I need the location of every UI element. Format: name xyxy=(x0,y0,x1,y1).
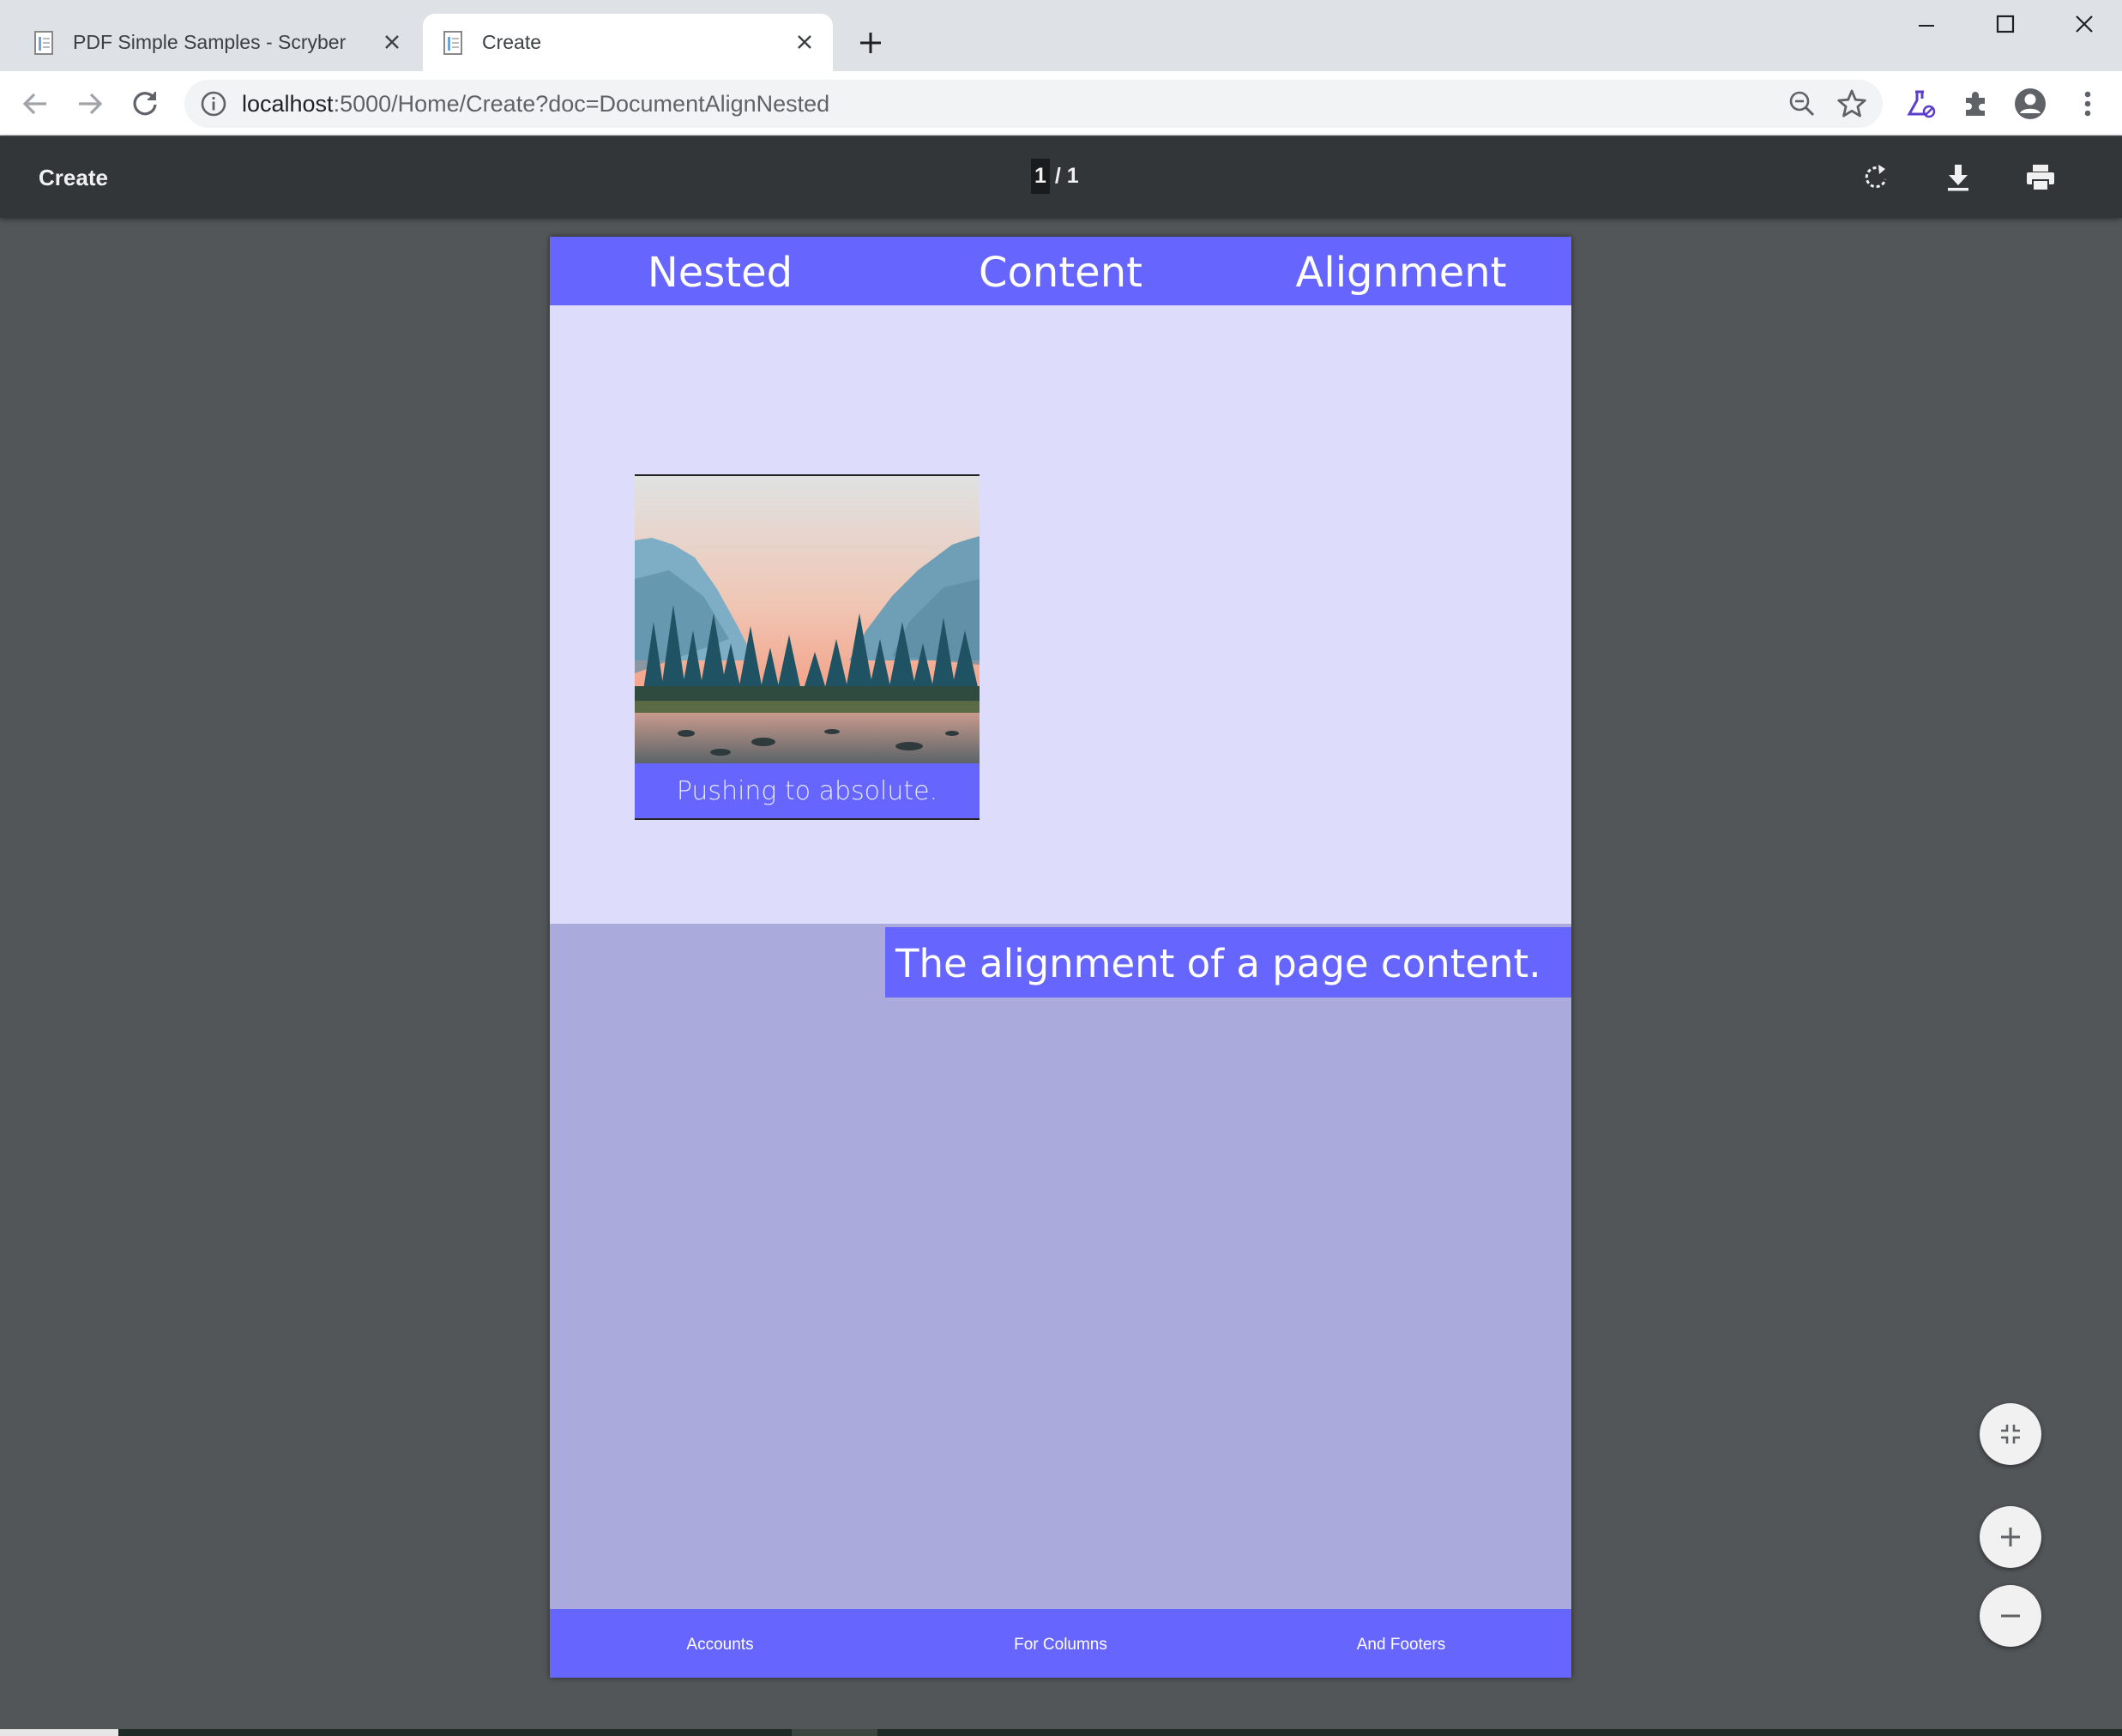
footer-cell-accounts: Accounts xyxy=(686,1636,754,1654)
header-cell-alignment: Alignment xyxy=(1295,249,1507,297)
page-total: / 1 xyxy=(1054,163,1079,188)
rotate-icon xyxy=(1865,165,1887,189)
browser-toolbar: localhost:5000/Home/Create?doc=DocumentA… xyxy=(0,71,2122,136)
forward-icon xyxy=(79,93,103,115)
taskbar-item xyxy=(0,1729,118,1736)
page-header: Nested Content Alignment xyxy=(550,237,1571,305)
nested-region-light: Pushing to absolute. xyxy=(550,305,1571,924)
page-number-input[interactable]: 1 xyxy=(1031,158,1050,194)
address-bar[interactable]: localhost:5000/Home/Create?doc=DocumentA… xyxy=(184,80,1883,128)
tab-title: Create xyxy=(482,31,542,53)
page-favicon-icon xyxy=(442,30,464,56)
fit-page-icon xyxy=(2001,1425,2020,1444)
page-footer: Accounts For Columns And Footers xyxy=(550,1609,1571,1678)
profile-icon xyxy=(2015,88,2046,119)
image-caption: Pushing to absolute. xyxy=(635,763,980,818)
rotate-button[interactable] xyxy=(1857,159,1895,196)
profile-button[interactable] xyxy=(2011,85,2049,123)
star-icon[interactable] xyxy=(1836,88,1867,119)
close-tab-icon[interactable] xyxy=(379,29,405,55)
minimize-button[interactable] xyxy=(1901,7,1952,41)
maximize-button[interactable] xyxy=(1980,7,2031,41)
page-indicator: 1 / 1 xyxy=(1031,158,1079,194)
print-icon xyxy=(2027,165,2054,191)
download-icon xyxy=(1948,165,1968,191)
forward-button[interactable] xyxy=(71,85,109,123)
tab-pdf-simple-samples[interactable]: PDF Simple Samples - Scryber xyxy=(0,14,420,71)
zoom-in-icon xyxy=(2001,1528,2020,1546)
minimize-icon xyxy=(1919,25,1934,27)
download-button[interactable] xyxy=(1939,159,1977,196)
nested-region-mid: The alignment of a page content. xyxy=(550,924,1571,1609)
tab-title: PDF Simple Samples - Scryber xyxy=(73,31,347,53)
close-icon xyxy=(2076,15,2093,33)
taskbar-item xyxy=(792,1729,877,1736)
landscape-image xyxy=(635,476,980,763)
zoom-out-icon xyxy=(2001,1614,2020,1618)
menu-icon xyxy=(2084,91,2091,117)
new-tab-button[interactable] xyxy=(856,28,885,57)
back-icon xyxy=(22,93,46,115)
taskbar-strip xyxy=(0,1729,2122,1736)
document-title: Create xyxy=(39,165,108,190)
close-tab-icon[interactable] xyxy=(792,29,817,55)
menu-button[interactable] xyxy=(2069,85,2107,123)
labs-icon xyxy=(1907,90,1936,118)
zoom-out-button[interactable] xyxy=(1980,1585,2041,1647)
tab-create[interactable]: Create xyxy=(423,14,833,71)
plus-icon xyxy=(860,33,881,53)
close-window-button[interactable] xyxy=(2059,7,2110,41)
maximize-icon xyxy=(1996,15,2015,33)
zoom-in-button[interactable] xyxy=(1980,1506,2041,1568)
extensions-icon xyxy=(1966,92,1985,116)
pdf-viewer-toolbar: Create 1 / 1 xyxy=(0,136,2122,218)
image-block: Pushing to absolute. xyxy=(635,474,980,820)
page-favicon-icon xyxy=(33,30,55,56)
header-cell-content: Content xyxy=(979,249,1142,297)
aligned-text-block: The alignment of a page content. xyxy=(885,927,1571,998)
print-button[interactable] xyxy=(2022,159,2059,196)
header-cell-nested: Nested xyxy=(647,249,793,297)
footer-cell-for-columns: For Columns xyxy=(1014,1636,1107,1654)
info-icon[interactable] xyxy=(200,90,227,118)
reload-button[interactable] xyxy=(126,85,164,123)
footer-cell-and-footers: And Footers xyxy=(1356,1636,1446,1654)
tab-strip: PDF Simple Samples - Scryber Create xyxy=(0,0,2122,71)
reload-icon xyxy=(133,92,157,116)
url-text: localhost:5000/Home/Create?doc=DocumentA… xyxy=(242,91,830,117)
back-button[interactable] xyxy=(16,85,54,123)
extensions-button[interactable] xyxy=(1956,85,1994,123)
pdf-page: Nested Content Alignment Pushing to abso… xyxy=(550,237,1571,1678)
zoom-out-icon[interactable] xyxy=(1788,90,1816,118)
fit-page-button[interactable] xyxy=(1980,1403,2041,1465)
labs-button[interactable] xyxy=(1902,85,1939,123)
